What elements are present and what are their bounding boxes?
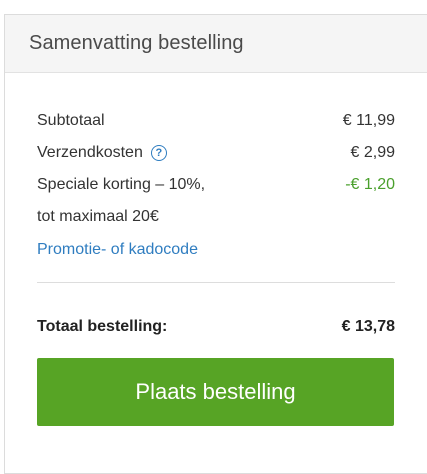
divider [37,282,395,283]
total-value: € 13,78 [341,318,395,335]
order-summary-header: Samenvatting bestelling [5,15,427,73]
shipping-value: € 2,99 [350,144,395,161]
discount-row: Speciale korting – 10%, -€ 1,20 [37,176,395,194]
total-row: Totaal bestelling: € 13,78 [37,318,395,336]
shipping-row: Verzendkosten ? € 2,99 [37,144,395,162]
discount-row-2: tot maximaal 20€ [37,208,395,226]
discount-label-line2: tot maximaal 20€ [37,208,159,225]
discount-label-line1: Speciale korting – 10%, [37,176,206,193]
shipping-label: Verzendkosten [37,144,143,161]
question-circle-icon[interactable]: ? [150,145,167,161]
top-edge [0,0,427,12]
promo-code-link[interactable]: Promotie- of kadocode [37,241,198,259]
subtotal-label: Subtotaal [37,112,105,129]
discount-value: -€ 1,20 [345,176,395,193]
total-label: Totaal bestelling: [37,318,168,335]
order-summary-title: Samenvatting bestelling [29,32,244,54]
subtotal-row: Subtotaal € 11,99 [37,112,395,130]
place-order-button[interactable]: Plaats bestelling [37,358,394,426]
shipping-label-wrap: Verzendkosten ? [37,144,167,162]
subtotal-value: € 11,99 [342,112,395,129]
